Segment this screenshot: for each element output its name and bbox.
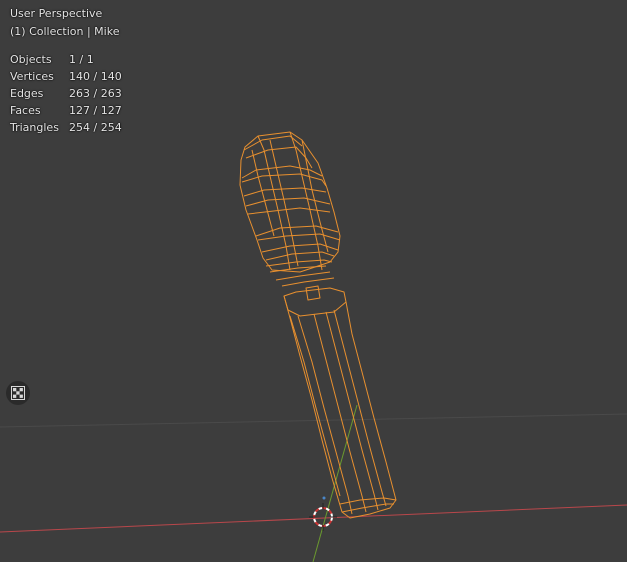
stat-value: 263 / 263	[69, 87, 122, 100]
toolbar-toggle-button[interactable]	[6, 381, 30, 405]
checkerboard-icon	[11, 386, 25, 400]
scene-statistics: Objects 1 / 1 Vertices 140 / 140 Edges 2…	[10, 51, 122, 136]
floor-grid-line	[0, 413, 627, 428]
3d-cursor-icon[interactable]	[309, 503, 337, 531]
stat-row-vertices: Vertices 140 / 140	[10, 68, 122, 85]
stat-label: Objects	[10, 53, 52, 66]
view-title: User Perspective	[10, 7, 103, 20]
microphone-wireframe[interactable]	[239, 131, 397, 519]
stat-row-objects: Objects 1 / 1	[10, 51, 122, 68]
stat-row-edges: Edges 263 / 263	[10, 85, 122, 102]
stat-label: Edges	[10, 87, 44, 100]
stat-value: 1 / 1	[69, 53, 94, 66]
origin-point	[322, 496, 326, 500]
collection-label: (1) Collection | Mike	[10, 25, 120, 38]
stat-row-triangles: Triangles 254 / 254	[10, 119, 122, 136]
stat-value: 127 / 127	[69, 104, 122, 117]
stat-row-faces: Faces 127 / 127	[10, 102, 122, 119]
3d-viewport[interactable]: User Perspective (1) Collection | Mike O…	[0, 0, 627, 562]
stat-label: Vertices	[10, 70, 54, 83]
stat-label: Faces	[10, 104, 41, 117]
stat-value: 140 / 140	[69, 70, 122, 83]
stat-value: 254 / 254	[69, 121, 122, 134]
stat-label: Triangles	[10, 121, 59, 134]
